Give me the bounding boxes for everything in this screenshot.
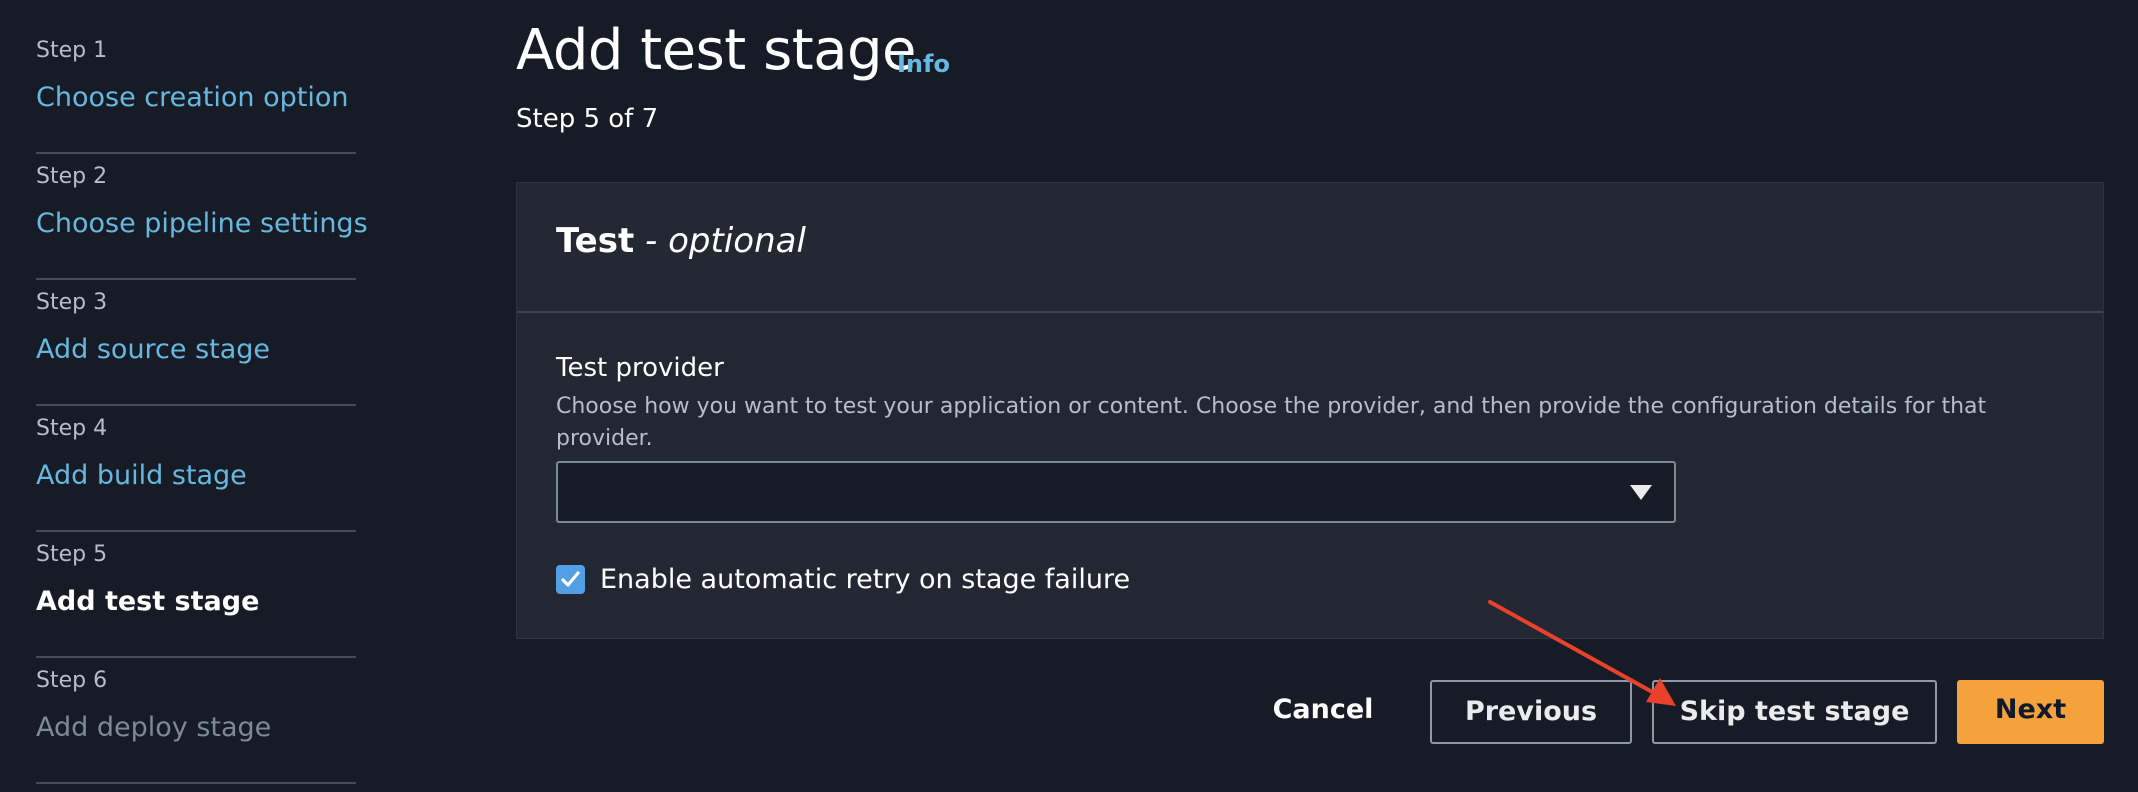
step-link-choose-creation-option[interactable]: Choose creation option [36,82,348,113]
skip-test-stage-button[interactable]: Skip test stage [1652,680,1937,744]
wizard-steps-nav: Step 1 Choose creation option Step 2 Cho… [36,28,368,784]
step-link-add-build-stage[interactable]: Add build stage [36,460,247,491]
step-link-add-source-stage[interactable]: Add source stage [36,334,270,365]
step-current-add-test-stage: Add test stage [36,586,260,617]
container-title-separator: - [634,221,669,261]
auto-retry-label: Enable automatic retry on stage failure [600,564,1131,595]
step-number: Step 3 [36,290,108,315]
container-title-optional: optional [668,221,806,261]
step-indicator: Step 5 of 7 [516,104,659,134]
step-link-choose-pipeline-settings[interactable]: Choose pipeline settings [36,208,368,239]
wizard-step-2: Step 2 Choose pipeline settings [36,154,368,280]
container-title-main: Test [556,221,635,261]
caret-down-icon [1630,485,1652,500]
wizard-step-4: Step 4 Add build stage [36,406,356,532]
next-button[interactable]: Next [1957,680,2104,744]
step-number: Step 6 [36,668,108,693]
step-number: Step 1 [36,38,108,63]
page-title: Add test stage [516,18,917,83]
wizard-step-1: Step 1 Choose creation option [36,28,356,154]
cancel-button[interactable]: Cancel [1258,680,1388,744]
step-disabled-add-deploy-stage: Add deploy stage [36,712,272,743]
check-icon [561,571,580,587]
info-link[interactable]: Info [897,50,950,78]
test-provider-description: Choose how you want to test your applica… [556,394,1987,451]
red-arrow-icon [1488,600,1676,706]
test-stage-container: Test - optional Test provider Choose how… [516,182,2104,639]
step-number: Step 2 [36,164,108,189]
step-number: Step 4 [36,416,108,441]
auto-retry-checkbox[interactable] [556,565,585,594]
wizard-step-3: Step 3 Add source stage [36,280,356,406]
container-header: Test - optional [517,183,2103,313]
container-title: Test - optional [556,221,806,261]
wizard-step-5: Step 5 Add test stage [36,532,356,658]
wizard-step-6: Step 6 Add deploy stage [36,658,356,784]
test-provider-label: Test provider [556,353,724,383]
test-provider-select[interactable] [556,461,1676,523]
step-number: Step 5 [36,542,108,567]
